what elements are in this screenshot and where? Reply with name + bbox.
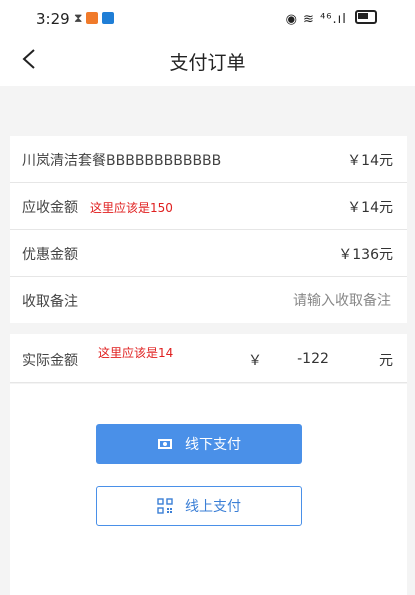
actual-amount-row: 实际金额 这里应该是14 ￥ 元 <box>10 334 407 383</box>
receivable-amount: ￥14元 <box>347 200 393 216</box>
package-row: 川岚清洁套餐BBBBBBBBBBBB ￥14元 <box>10 136 407 183</box>
discount-label: 优惠金额 <box>22 247 78 263</box>
remark-input[interactable] <box>189 289 393 313</box>
offline-pay-button[interactable]: 线下支付 <box>96 424 302 464</box>
currency-unit: 元 <box>379 353 393 369</box>
remark-row: 收取备注 <box>10 277 407 323</box>
status-time: 3:29 <box>36 10 70 28</box>
online-pay-button[interactable]: 线上支付 <box>96 486 302 526</box>
app-notification-icon <box>86 12 98 24</box>
hourglass-icon: ⧗ <box>74 11 83 25</box>
status-bar: 3:29 ⧗ ◉ ≋ ⁴⁶.ıl <box>0 0 415 34</box>
actual-amount-annotation: 这里应该是14 <box>98 346 174 360</box>
discount-row: 优惠金额 ￥136元 <box>10 230 407 277</box>
currency-symbol: ￥ <box>248 353 262 369</box>
receivable-label: 应收金额 <box>22 200 78 216</box>
page-title: 支付订单 <box>169 52 246 74</box>
cash-icon <box>158 439 172 449</box>
qr-code-icon <box>157 498 173 514</box>
actual-amount-label: 实际金额 <box>22 353 78 369</box>
status-icons: ◉ ≋ ⁴⁶.ıl <box>286 10 377 27</box>
package-price: ￥14元 <box>347 153 393 169</box>
package-name: 川岚清洁套餐BBBBBBBBBBBB <box>22 153 222 169</box>
remark-label: 收取备注 <box>22 294 78 310</box>
discount-amount: ￥136元 <box>338 247 393 263</box>
offline-pay-label: 线下支付 <box>185 437 241 453</box>
receivable-annotation: 这里应该是150 <box>90 201 173 215</box>
nav-bar: 支付订单 <box>0 34 415 86</box>
app-notification-icon-2 <box>102 12 114 24</box>
battery-icon <box>355 10 377 24</box>
receivable-row: 应收金额 这里应该是150 ￥14元 <box>10 183 407 230</box>
section-gap <box>10 324 407 334</box>
status-indicators: ◉ ≋ ⁴⁶.ıl <box>285 12 347 27</box>
actual-amount-input[interactable] <box>282 347 344 371</box>
online-pay-label: 线上支付 <box>185 499 241 515</box>
